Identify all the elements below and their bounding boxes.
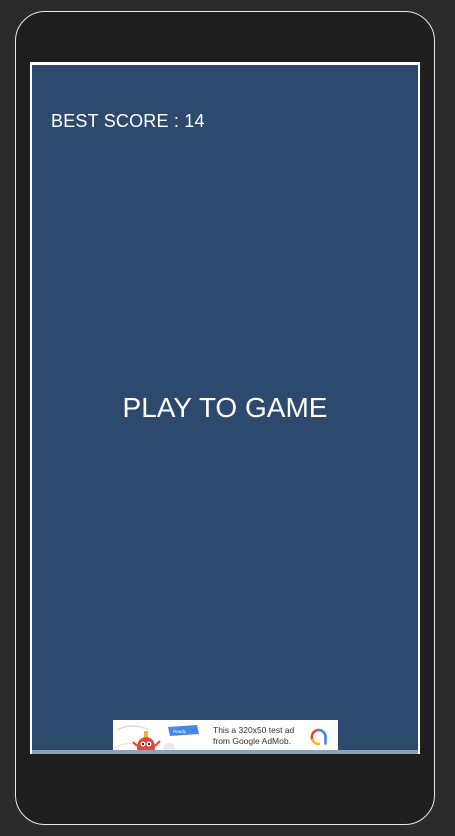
ad-banner[interactable]: Ready This a 320x50 test ad from Google …: [113, 720, 338, 754]
ad-illustration: Ready: [114, 725, 199, 754]
ad-text-line1: This a 320x50 test ad: [213, 725, 295, 735]
admob-logo-icon: [310, 728, 327, 746]
play-button[interactable]: PLAY TO GAME: [32, 392, 418, 424]
svg-text:Ready: Ready: [173, 729, 187, 734]
ad-text: This a 320x50 test ad from Google AdMob.: [213, 725, 308, 747]
ad-badge: Ready: [168, 725, 199, 736]
ad-text-line2: from Google AdMob.: [213, 736, 291, 746]
best-score-label: BEST SCORE : 14: [51, 111, 205, 131]
bottom-strip: [32, 750, 418, 754]
game-screen: BEST SCORE : 14 PLAY TO GAME Ready This …: [30, 62, 420, 754]
